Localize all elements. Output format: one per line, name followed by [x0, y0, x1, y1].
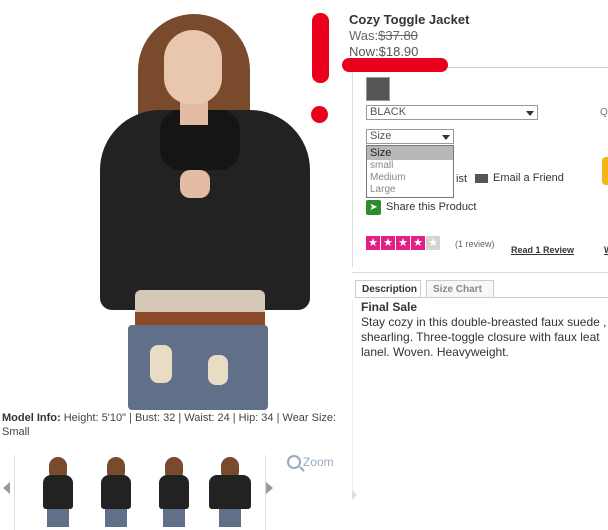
tab-underline — [355, 297, 608, 298]
shirt-layer — [135, 312, 265, 326]
chevron-down-icon — [526, 111, 534, 116]
thumbnail[interactable] — [145, 455, 201, 527]
star-icon: ★ — [411, 236, 425, 250]
thumbnail-strip — [14, 455, 266, 530]
share-icon[interactable]: ➤ — [366, 200, 381, 215]
now-price: Now:$18.90 — [349, 44, 418, 59]
write-review-link[interactable]: W — [604, 245, 608, 255]
description-line: lanel. Woven. Heavyweight. — [361, 345, 509, 359]
star-icon: ★ — [381, 236, 395, 250]
now-label: Now: — [349, 44, 379, 59]
was-price: Was:$37.80 — [349, 28, 418, 43]
thumbnail[interactable] — [87, 455, 143, 527]
tab-description[interactable]: Description — [355, 280, 421, 297]
description-text: Stay cozy in this double-breasted faux s… — [361, 315, 608, 360]
star-icon: ★ — [396, 236, 410, 250]
size-select-value: Size — [370, 130, 392, 142]
exclamation-dot-annotation — [311, 106, 328, 123]
size-dropdown-list: Size small Medium Large — [366, 145, 454, 198]
jeans-rip — [150, 345, 172, 383]
scroll-arrow-icon[interactable] — [352, 490, 357, 500]
model-face — [164, 30, 222, 104]
thumbs-prev-arrow-icon[interactable] — [3, 482, 10, 494]
mail-icon — [475, 174, 488, 183]
chevron-down-icon — [442, 135, 450, 140]
tab-size-chart[interactable]: Size Chart — [426, 280, 494, 297]
exclamation-mark-annotation — [312, 13, 329, 83]
description-line: shearling. Three-toggle closure with fau… — [361, 330, 600, 344]
description-line: Stay cozy in this double-breasted faux s… — [361, 315, 607, 329]
jeans — [128, 325, 268, 410]
star-icon: ★ — [366, 236, 380, 250]
color-swatch[interactable] — [366, 77, 390, 101]
size-option[interactable]: Large — [367, 184, 453, 196]
zoom-label: Zoom — [303, 455, 334, 469]
model-hand — [180, 170, 210, 198]
share-product-link[interactable]: Share this Product — [386, 201, 477, 213]
divider — [352, 67, 353, 267]
zoom-button[interactable]: Zoom — [287, 455, 334, 469]
thumbnail[interactable] — [201, 455, 257, 527]
add-to-bag-button[interactable] — [602, 157, 608, 185]
jeans-rip — [208, 355, 228, 385]
model-info: Model Info: Height: 5'10" | Bust: 32 | W… — [2, 411, 347, 439]
divider — [352, 300, 353, 500]
size-select[interactable]: Size — [366, 129, 454, 144]
was-label: Was: — [349, 28, 379, 43]
was-price-value: $37.80 — [378, 28, 418, 43]
thumbnail[interactable] — [29, 455, 85, 527]
model-info-label: Model Info: — [2, 412, 61, 424]
read-review-link[interactable]: Read 1 Review — [511, 245, 574, 255]
size-option[interactable]: Size — [367, 146, 453, 160]
quantity-label-fragment: Q — [600, 107, 608, 118]
wishlist-link[interactable]: ist — [456, 173, 467, 185]
now-price-value: $18.90 — [378, 44, 419, 59]
color-select[interactable]: BLACK — [366, 105, 538, 120]
size-option[interactable]: small — [367, 160, 453, 172]
email-a-friend-link[interactable]: Email a Friend — [493, 172, 564, 184]
zoom-icon — [287, 455, 301, 469]
review-count: (1 review) — [455, 239, 495, 249]
size-option[interactable]: Medium — [367, 172, 453, 184]
divider — [352, 272, 608, 273]
underline-annotation — [342, 58, 448, 72]
rating-stars: ★ ★ ★ ★ ★ — [366, 236, 440, 250]
star-empty-icon: ★ — [426, 236, 440, 250]
thumbs-next-arrow-icon[interactable] — [266, 482, 273, 494]
color-select-value: BLACK — [370, 106, 407, 118]
product-title: Cozy Toggle Jacket — [349, 12, 470, 27]
product-main-image[interactable] — [40, 0, 310, 410]
final-sale-heading: Final Sale — [361, 300, 418, 314]
